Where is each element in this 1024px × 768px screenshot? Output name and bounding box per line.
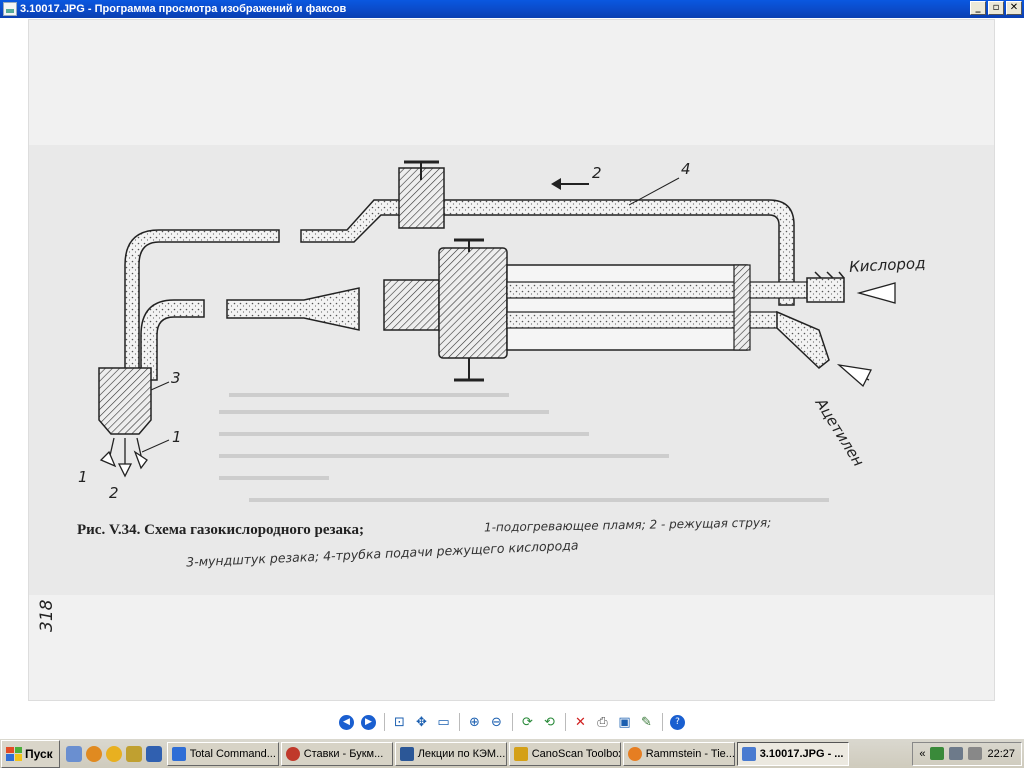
image-viewer-icon (741, 746, 756, 761)
actual-size-button[interactable]: ✥ (412, 712, 432, 732)
figure-caption: Рис. V.34. Схема газокислородного резака… (77, 522, 364, 538)
toolbar-separator (383, 713, 385, 731)
viewer-toolbar: ◀ ▶ ⊡ ✥ ▭ ⊕ ⊖ ⟳ ⟲ ✕ ⎙ ▣ ✎ ? (0, 706, 1024, 738)
slideshow-icon: ▭ (437, 714, 450, 730)
minimize-button[interactable]: _ (970, 1, 986, 15)
zoom-out-icon: ⊖ (491, 714, 502, 730)
network-icon[interactable] (949, 747, 964, 760)
label-2-bottom: 2 (109, 484, 119, 502)
task-label: Лекции по КЭМ... (417, 747, 506, 760)
toolbar-separator (661, 713, 663, 731)
next-image-button[interactable]: ▶ (359, 712, 379, 732)
maximize-button[interactable]: ▫ (988, 1, 1004, 15)
best-fit-button[interactable]: ⊡ (390, 712, 410, 732)
label-1-left: 1 (78, 468, 88, 486)
task-label: Ставки - Букм... (303, 747, 384, 760)
tray-expand-button[interactable]: « (919, 748, 925, 760)
rotate-ccw-icon: ⟲ (544, 714, 555, 730)
start-label: Пуск (25, 746, 53, 761)
zoom-out-button[interactable]: ⊖ (487, 712, 507, 732)
delete-button[interactable]: ✕ (571, 712, 591, 732)
task-label: Total Command... (189, 747, 276, 760)
browser-icon[interactable] (85, 745, 102, 762)
media-player-icon (627, 746, 642, 761)
save-disk-icon[interactable] (145, 745, 162, 762)
task-label: 3.10017.JPG - ... (759, 747, 844, 760)
zoom-in-icon: ⊕ (469, 714, 480, 730)
label-3: 3 (171, 369, 181, 387)
print-button[interactable]: ⎙ (593, 712, 613, 732)
image-viewport[interactable]: 3 1 1 2 2 4 Кислород Ацетилен Рис. V.34.… (0, 18, 1024, 706)
quick-launch (65, 745, 162, 762)
label-4: 4 (681, 160, 691, 178)
delete-icon: ✕ (575, 714, 586, 730)
task-total-commander[interactable]: Total Command... (166, 741, 279, 766)
save-icon: ▣ (618, 714, 631, 730)
title-bar: 3.10017.JPG - Программа просмотра изобра… (0, 0, 1024, 18)
task-word-lectures[interactable]: Лекции по КЭМ... (394, 741, 507, 766)
toolbar-separator (511, 713, 513, 731)
rotate-clockwise-button[interactable]: ⟳ (518, 712, 538, 732)
save-button[interactable]: ▣ (615, 712, 635, 732)
task-canoscan-toolbox[interactable]: CanoScan Toolbox (508, 741, 621, 766)
volume-icon[interactable] (968, 747, 983, 760)
task-label: Rammstein - Tie... (645, 747, 735, 760)
toolbar-separator (564, 713, 566, 731)
previous-image-button[interactable]: ◀ (337, 712, 357, 732)
edit-button[interactable]: ✎ (637, 712, 657, 732)
slideshow-button[interactable]: ▭ (434, 712, 454, 732)
scanned-image: 3 1 1 2 2 4 Кислород Ацетилен Рис. V.34.… (29, 20, 994, 700)
system-tray: « 22:27 (912, 741, 1022, 766)
label-1-right: 1 (172, 428, 182, 446)
opera-icon (285, 746, 300, 761)
show-desktop-icon[interactable] (65, 745, 82, 762)
media-player-icon[interactable] (105, 745, 122, 762)
taskbar: Пуск Total Command... Ставки - Букм... Л… (0, 738, 1024, 768)
canoscan-icon[interactable] (125, 745, 142, 762)
edit-icon: ✎ (641, 714, 652, 730)
rotate-counterclockwise-button[interactable]: ⟲ (540, 712, 560, 732)
app-icon[interactable] (3, 2, 17, 16)
help-icon: ? (670, 714, 685, 730)
task-browser-stavki[interactable]: Ставки - Букм... (280, 741, 393, 766)
rotate-cw-icon: ⟳ (522, 714, 533, 730)
best-fit-icon: ⊡ (394, 714, 405, 730)
previous-icon: ◀ (339, 714, 354, 730)
antivirus-icon[interactable] (930, 747, 945, 760)
windows-logo-icon (6, 746, 22, 761)
canoscan-icon (513, 746, 528, 761)
next-icon: ▶ (361, 714, 376, 730)
window-controls: _ ▫ ✕ (970, 1, 1022, 15)
window-title: 3.10017.JPG - Программа просмотра изобра… (20, 3, 347, 15)
help-button[interactable]: ? (668, 712, 688, 732)
total-commander-icon (171, 746, 186, 761)
task-rammstein[interactable]: Rammstein - Tie... (622, 741, 735, 766)
torch-diagram (29, 145, 994, 595)
close-button[interactable]: ✕ (1006, 1, 1022, 15)
print-icon: ⎙ (597, 714, 608, 730)
zoom-in-button[interactable]: ⊕ (465, 712, 485, 732)
actual-size-icon: ✥ (416, 714, 427, 730)
page-number: 318 (37, 599, 57, 632)
start-button[interactable]: Пуск (1, 739, 60, 768)
toolbar-separator (458, 713, 460, 731)
task-image-viewer[interactable]: 3.10017.JPG - ... (736, 741, 849, 766)
word-icon (399, 746, 414, 761)
clock[interactable]: 22:27 (987, 748, 1015, 760)
label-2-arrow: 2 (592, 164, 602, 182)
task-label: CanoScan Toolbox (531, 747, 621, 760)
